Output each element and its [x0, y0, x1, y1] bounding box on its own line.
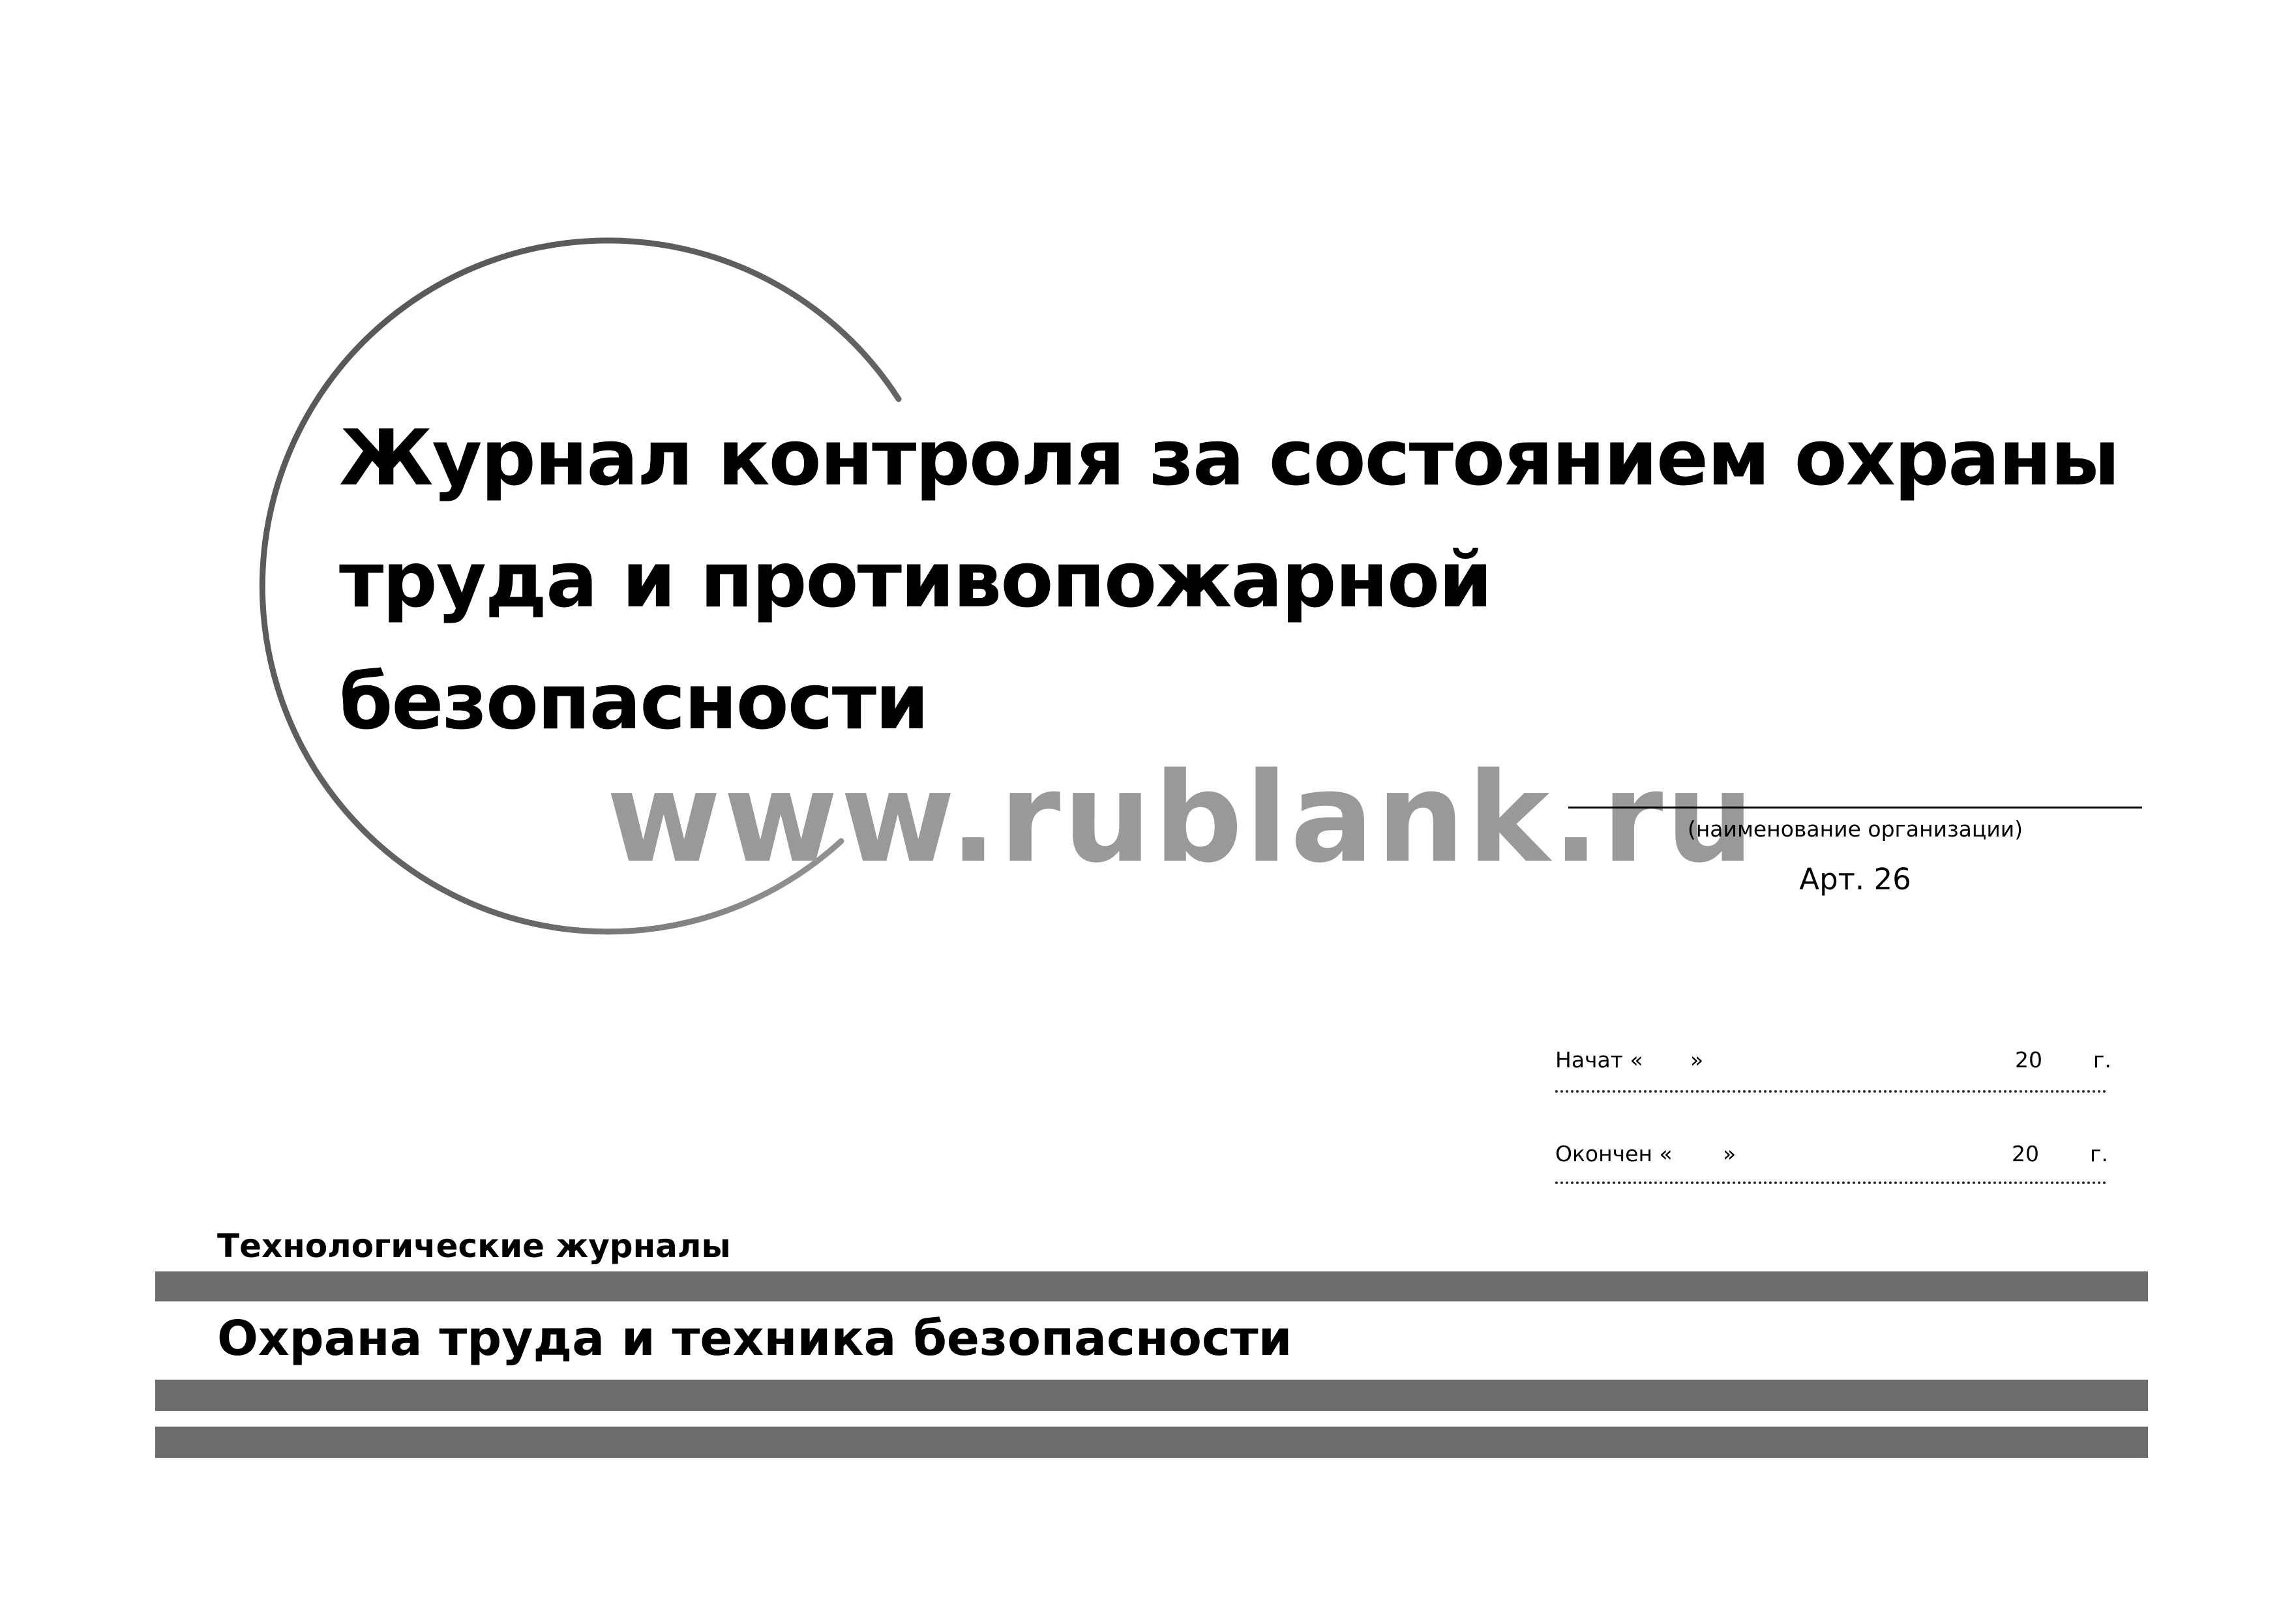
end-date-dotted-line	[1555, 1181, 2106, 1184]
start-date-close-quote: »	[1690, 1047, 1704, 1073]
article-number: Арт. 26	[1799, 862, 1911, 897]
end-date-close-quote: »	[1723, 1141, 1737, 1166]
title-line-2: труда и противопожарной	[339, 535, 1493, 625]
organization-caption: (наименование организации)	[1687, 816, 2023, 842]
document-page: Журнал контроля за состоянием охраны тру…	[0, 0, 2296, 1617]
title-line-1: Журнал контроля за состоянием охраны	[339, 413, 2120, 503]
title-line-3: безопасности	[339, 657, 929, 747]
category-section: Технологические журналы	[217, 1227, 731, 1265]
end-date-label: Окончен «	[1555, 1141, 1673, 1166]
end-date-year: 20	[2012, 1141, 2039, 1166]
category-subsection: Охрана труда и техника безопасности	[217, 1311, 1292, 1367]
end-date-suffix: г.	[2090, 1141, 2108, 1166]
start-date-label: Начат «	[1555, 1047, 1643, 1073]
divider-bar-1	[155, 1271, 2148, 1301]
organization-name-line	[1568, 807, 2142, 808]
start-date-row: Начат « » 20 г.	[1555, 1047, 2111, 1080]
end-date-row: Окончен « » 20 г.	[1555, 1141, 2110, 1174]
divider-bar-2	[155, 1380, 2148, 1411]
start-date-suffix: г.	[2093, 1047, 2111, 1073]
divider-bar-3	[155, 1427, 2148, 1458]
start-date-year: 20	[2015, 1047, 2042, 1073]
start-date-dotted-line	[1555, 1090, 2106, 1093]
